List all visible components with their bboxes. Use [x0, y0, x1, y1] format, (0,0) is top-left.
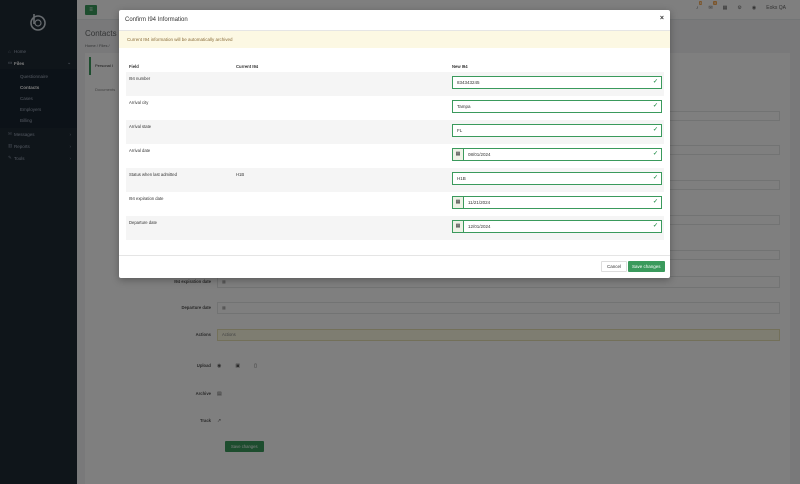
column-header-field: Field: [129, 64, 139, 69]
arrival-date-input[interactable]: ▦ 08/01/2024 ✓: [452, 148, 662, 161]
check-icon: ✓: [652, 127, 658, 133]
field-name: Arrival city: [129, 100, 149, 105]
i94-expiration-date-input[interactable]: ▦ 11/21/2024 ✓: [452, 196, 662, 209]
table-row: Departure date ▦ 12/01/2024 ✓: [126, 216, 664, 240]
calendar-icon[interactable]: ▦: [453, 197, 464, 208]
input-value: 12/01/2024: [468, 224, 491, 229]
check-icon: ✓: [652, 103, 658, 109]
column-header-current: Current I94: [236, 64, 259, 69]
check-icon: ✓: [652, 79, 658, 85]
modal-title: Confirm I94 Information: [125, 17, 188, 23]
table-row: Arrival state FL ✓: [126, 120, 664, 144]
field-name: Status when last admitted: [129, 172, 177, 177]
current-value: H1B: [236, 172, 245, 177]
confirm-i94-modal: Confirm I94 Information × Current I94 in…: [119, 10, 670, 278]
table-row: Status when last admitted H1B H1B ✓: [126, 168, 664, 192]
table-row: Arrival date ▦ 08/01/2024 ✓: [126, 144, 664, 168]
arrival-state-input[interactable]: FL ✓: [452, 124, 662, 137]
field-name: Arrival date: [129, 148, 151, 153]
archive-alert: Current I94 information will be automati…: [119, 31, 670, 48]
calendar-icon[interactable]: ▦: [453, 221, 464, 232]
check-icon: ✓: [652, 223, 658, 229]
arrival-city-input[interactable]: Tampa ✓: [452, 100, 662, 113]
check-icon: ✓: [652, 199, 658, 205]
field-name: Departure date: [129, 220, 157, 225]
i94-number-input[interactable]: 834343245 ✓: [452, 76, 662, 89]
check-icon: ✓: [652, 175, 658, 181]
input-value: Tampa: [457, 104, 471, 109]
table-row: I94 number 834343245 ✓: [126, 72, 664, 96]
input-value: 08/01/2024: [468, 152, 491, 157]
input-value: 834343245: [457, 80, 480, 85]
field-name: I94 number: [129, 76, 151, 81]
table-row: Arrival city Tampa ✓: [126, 96, 664, 120]
table-row: I94 expiration date ▦ 11/21/2024 ✓: [126, 192, 664, 216]
cancel-button[interactable]: Cancel: [601, 261, 628, 272]
column-header-new: New I94: [452, 64, 468, 69]
check-icon: ✓: [652, 151, 658, 157]
save-changes-button[interactable]: Save changes: [628, 261, 665, 272]
field-name: Arrival state: [129, 124, 152, 129]
field-name: I94 expiration date: [129, 196, 164, 201]
input-value: FL: [457, 128, 463, 133]
divider: [119, 255, 670, 256]
close-icon[interactable]: ×: [660, 15, 664, 22]
table-header: Field Current I94 New I94: [126, 62, 664, 72]
calendar-icon[interactable]: ▦: [453, 149, 464, 160]
input-value: 11/21/2024: [468, 200, 491, 205]
input-value: H1B: [457, 176, 466, 181]
departure-date-input[interactable]: ▦ 12/01/2024 ✓: [452, 220, 662, 233]
status-input[interactable]: H1B ✓: [452, 172, 662, 185]
